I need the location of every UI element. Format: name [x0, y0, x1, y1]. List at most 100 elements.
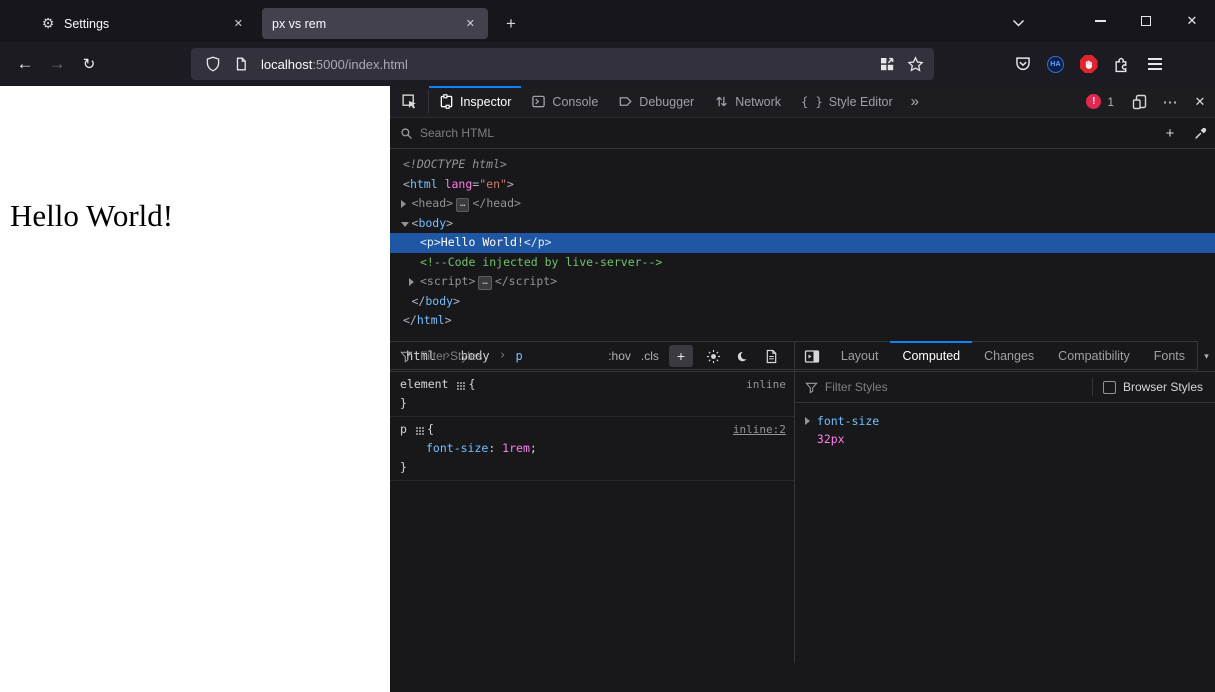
devtools-tab-console[interactable]: Console [521, 86, 608, 117]
sidebar-tab-layout[interactable]: Layout [829, 341, 891, 371]
pick-element-button[interactable] [390, 86, 428, 117]
markup-line[interactable]: <head>… </head> [390, 194, 1215, 214]
meatballs-icon: ⋯ [1162, 93, 1178, 111]
devtools-menu-button[interactable]: ⋯ [1155, 86, 1185, 118]
pocket-button[interactable] [1006, 49, 1039, 79]
class-toggle[interactable]: .cls [641, 349, 659, 363]
selector-highlighter-icon[interactable] [457, 381, 460, 384]
browser-styles-checkbox[interactable] [1102, 380, 1116, 394]
markup-line[interactable]: <!--Code injected by live-server--> [390, 253, 1215, 273]
markup-line[interactable]: <script>… </script> [390, 272, 1215, 292]
list-all-tabs-button[interactable] [1003, 8, 1033, 38]
markup-token-punct [438, 177, 445, 191]
devtools-close-button[interactable]: ✕ [1185, 86, 1215, 118]
devtools-tab-debugger[interactable]: Debugger [608, 86, 704, 117]
container-grid-icon[interactable] [879, 56, 895, 72]
filter-styles-input[interactable]: Filter Styles [420, 349, 608, 363]
expand-arrow-icon[interactable] [409, 278, 414, 286]
extensions-button[interactable] [1105, 49, 1138, 79]
inspector-icon [440, 94, 453, 109]
property-name[interactable]: font-size [426, 441, 488, 455]
rule-source-link[interactable]: inline [746, 375, 786, 394]
sidebar-tab-computed[interactable]: Computed [890, 341, 972, 371]
toggle-sidebar-button[interactable] [795, 341, 829, 371]
back-button[interactable]: ← [9, 49, 41, 79]
markup-line[interactable]: <html lang="en"> [390, 175, 1215, 195]
computed-filter-row: Filter Styles Browser Styles [794, 372, 1215, 403]
web-page-viewport[interactable]: Hello World! [0, 86, 390, 692]
devtools-panel: Inspector Console Debugger Network { } S… [390, 86, 1215, 692]
filter-icon [805, 381, 818, 394]
print-simulation-toggle[interactable] [760, 344, 784, 368]
css-declaration[interactable]: font-size: 1rem; [400, 439, 786, 458]
collapse-arrow-icon[interactable] [400, 221, 409, 227]
dark-scheme-toggle[interactable] [731, 344, 755, 368]
minimize-button[interactable] [1077, 0, 1123, 42]
page-info-icon[interactable] [233, 56, 249, 72]
new-tab-button[interactable]: + [496, 9, 526, 39]
navigation-toolbar: ← → ↻ localhost:5000/index.html HA [0, 42, 1215, 86]
url-bar[interactable]: localhost:5000/index.html [191, 48, 934, 80]
markup-line-selected[interactable]: <p>Hello World!</p> [390, 233, 1215, 253]
add-rule-button[interactable]: + [668, 345, 693, 367]
tab-px-vs-rem[interactable]: px vs rem ✕ [262, 8, 488, 39]
sun-icon [707, 349, 721, 363]
sidebar-tab-compatibility[interactable]: Compatibility [1046, 341, 1142, 371]
computed-property[interactable]: font-size [804, 412, 1215, 430]
markup-line[interactable]: <body> [390, 214, 1215, 234]
forward-button[interactable]: → [41, 49, 73, 79]
search-html-input[interactable]: Search HTML [420, 126, 1154, 140]
more-tabs-button[interactable]: » [903, 86, 927, 117]
responsive-mode-button[interactable] [1125, 86, 1155, 118]
colon: : [488, 441, 503, 455]
puzzle-icon [1115, 57, 1127, 72]
devtools-tab-style-editor[interactable]: { } Style Editor [791, 86, 903, 117]
tab-close-icon[interactable]: ✕ [461, 14, 480, 33]
sidebar-tab-changes[interactable]: Changes [972, 341, 1046, 371]
shield-icon[interactable] [205, 56, 221, 72]
caret-down-icon: ▾ [1204, 350, 1209, 361]
filter-row-separator [1091, 378, 1093, 396]
maximize-button[interactable] [1123, 0, 1169, 42]
rule-element-style[interactable]: element { inline } [390, 372, 794, 417]
forward-icon: → [48, 54, 66, 73]
rule-p[interactable]: p { inline:2 font-size: 1rem; } [390, 417, 794, 481]
add-node-button[interactable]: + [1155, 118, 1185, 148]
rule-selector[interactable]: element [400, 375, 448, 394]
property-value[interactable]: 1rem [502, 441, 530, 455]
extension-ha-button[interactable]: HA [1039, 49, 1072, 79]
rules-pane: Filter Styles :hov .cls + element {inli… [390, 341, 794, 663]
close-icon: ✕ [1194, 93, 1206, 109]
markup-line[interactable]: </html> [390, 311, 1215, 331]
plus-icon: + [676, 348, 685, 364]
tab-settings[interactable]: ⚙ Settings ✕ [30, 8, 256, 39]
computed-property-name[interactable]: font-size [817, 414, 879, 428]
markup-token-tag: html [416, 313, 445, 327]
reload-button[interactable]: ↻ [73, 49, 105, 79]
app-menu-button[interactable] [1138, 49, 1171, 79]
light-scheme-toggle[interactable] [702, 344, 726, 368]
tab-close-icon[interactable]: ✕ [229, 14, 248, 33]
url-text[interactable]: localhost:5000/index.html [261, 57, 879, 72]
error-badge-icon[interactable]: ! [1086, 94, 1102, 109]
markup-line[interactable]: </body> [390, 292, 1215, 312]
computed-filter-input[interactable]: Filter Styles [825, 380, 1092, 394]
selector-highlighter-icon[interactable] [415, 426, 418, 429]
blocker-extension-button[interactable] [1072, 49, 1105, 79]
sidebar-tabs: Layout Computed Changes Compatibility Fo… [794, 341, 1215, 372]
expand-arrow-icon[interactable] [400, 200, 406, 208]
close-window-button[interactable]: ✕ [1169, 0, 1215, 42]
bookmark-star-icon[interactable] [907, 55, 924, 73]
devtools-tab-network[interactable]: Network [704, 86, 791, 117]
eyedropper-button[interactable] [1185, 118, 1215, 148]
pseudo-class-toggle[interactable]: :hov [608, 349, 631, 363]
sidebar-tab-fonts[interactable]: Fonts [1142, 341, 1197, 371]
markup-token-punct: > [453, 293, 460, 308]
sidebar-tabs-dropdown-button[interactable]: ▾ [1197, 341, 1215, 371]
devtools-tab-inspector[interactable]: Inspector [429, 86, 522, 117]
markup-line[interactable]: <!DOCTYPE html> [390, 155, 1215, 175]
rule-selector[interactable]: p [400, 420, 407, 439]
rule-source-link[interactable]: inline:2 [733, 420, 786, 439]
expand-arrow-icon[interactable] [804, 417, 810, 425]
eyedropper-icon [1194, 127, 1206, 139]
